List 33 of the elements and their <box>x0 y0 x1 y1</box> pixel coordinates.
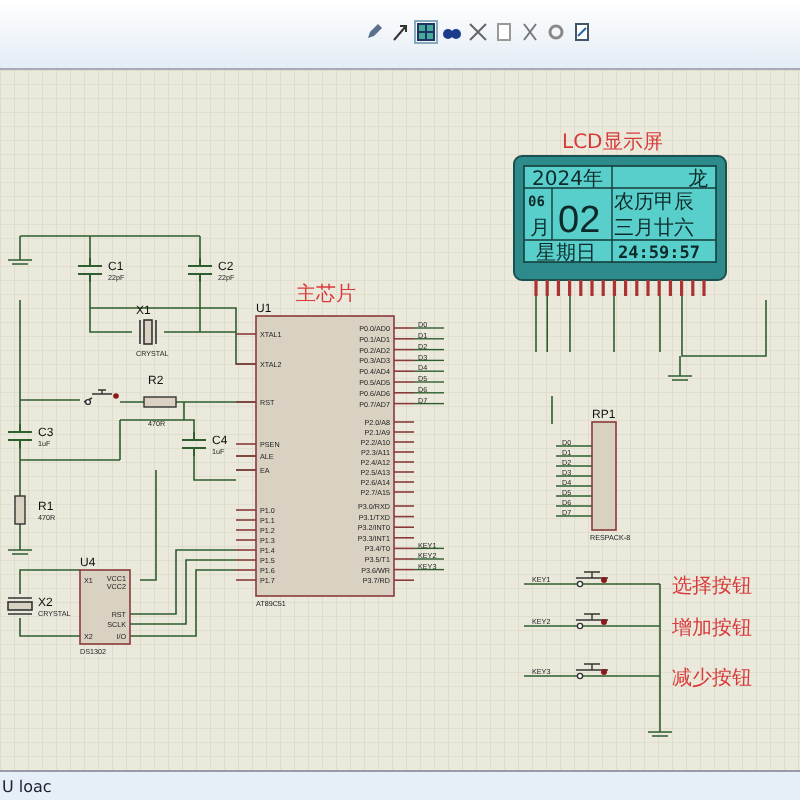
pencil-icon[interactable] <box>364 22 384 42</box>
lcd-zodiac: 龙 <box>688 169 708 191</box>
lcd-title: LCD显示屏 <box>562 132 663 154</box>
push-button-symbol <box>575 613 609 630</box>
rtc-chip <box>79 569 131 645</box>
grid-icon[interactable] <box>416 22 436 42</box>
lcd-lunar-date: 三月廿六 <box>614 218 694 240</box>
capacitor-symbol <box>7 423 33 449</box>
arrow-icon[interactable] <box>390 22 410 42</box>
document-icon[interactable] <box>572 22 592 42</box>
page-icon[interactable] <box>494 22 514 42</box>
chip-title: 主芯片 <box>296 284 356 306</box>
lcd-month-char: 月 <box>530 218 550 240</box>
push-button-symbol <box>575 571 609 588</box>
button-function-label: 增加按钮 <box>672 618 752 640</box>
button-function-label: 减少按钮 <box>672 668 752 690</box>
crystal-symbol <box>139 319 157 345</box>
push-button-symbol <box>575 663 609 680</box>
lcd-weekday: 星期日 <box>536 243 596 265</box>
capacitor-symbol <box>187 257 213 283</box>
reset-button-symbol <box>83 389 119 406</box>
lcd-time: 24:59:57 <box>618 244 700 264</box>
lcd-lunar-year: 农历甲辰 <box>614 192 694 214</box>
lcd-day: 02 <box>558 200 601 242</box>
resistor-pack <box>555 421 617 531</box>
resistor-symbol <box>143 396 177 408</box>
lcd-year: 2024年 <box>532 169 603 191</box>
crystal-symbol <box>7 597 33 615</box>
status-text: U loac <box>0 777 52 795</box>
button-function-label: 选择按钮 <box>672 576 752 598</box>
capacitor-symbol <box>181 431 207 457</box>
resistor-symbol <box>14 495 26 525</box>
capacitor-symbol <box>77 257 103 283</box>
